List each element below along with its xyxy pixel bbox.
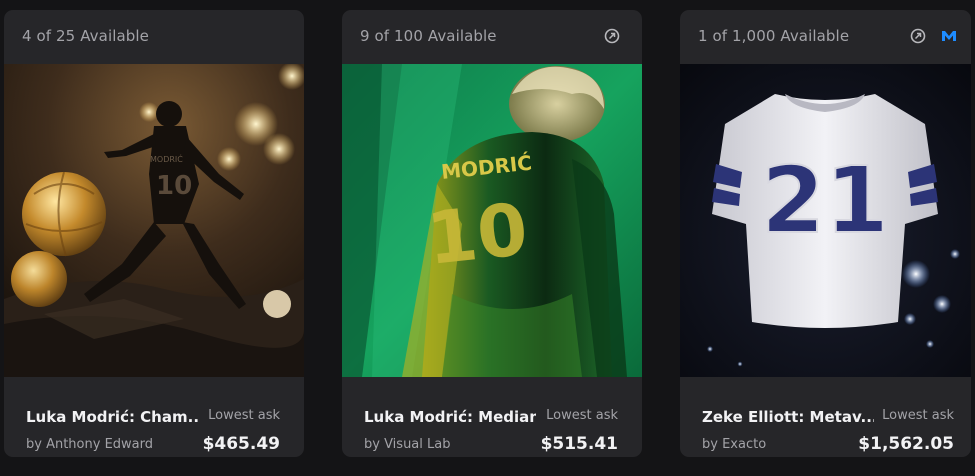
nft-title[interactable]: Zeke Elliott: Metav... — [702, 408, 874, 426]
edition-icon — [910, 28, 926, 44]
nft-card-row: 4 of 25 Available 10 MODRIĆ Luka Modrić:… — [0, 0, 975, 476]
nft-card[interactable]: 4 of 25 Available 10 MODRIĆ Luka Modrić:… — [4, 10, 304, 457]
card-header: 1 of 1,000 Available — [680, 10, 971, 64]
availability-label: 9 of 100 Available — [360, 27, 497, 45]
meta-icon — [940, 28, 958, 44]
nft-card[interactable]: 9 of 100 Available MODRIĆ 10 Luka Modrić… — [342, 10, 642, 457]
jersey-number-text: 21 — [761, 147, 889, 254]
nft-title[interactable]: Luka Modrić: Median — [364, 408, 536, 426]
card-footer: Luka Modrić: Cham... by Anthony Edward L… — [4, 377, 304, 457]
lowest-ask-label: Lowest ask — [208, 408, 280, 423]
card-header: 9 of 100 Available — [342, 10, 642, 64]
lowest-ask-price: $515.41 — [540, 434, 618, 454]
card-header: 4 of 25 Available — [4, 10, 304, 64]
lowest-ask-price: $465.49 — [202, 434, 280, 454]
lowest-ask-price: $1,562.05 — [858, 434, 954, 454]
availability-label: 1 of 1,000 Available — [698, 27, 850, 45]
creator-name[interactable]: by Visual Lab — [364, 437, 450, 452]
lowest-ask-label: Lowest ask — [882, 408, 954, 423]
modric-median-artwork: MODRIĆ 10 — [342, 64, 642, 377]
jersey-number-text: 10 — [423, 187, 531, 281]
card-footer: Zeke Elliott: Metav... by Exacto Lowest … — [680, 377, 971, 457]
jersey-number-text: 10 — [156, 171, 192, 201]
nft-card[interactable]: 1 of 1,000 Available 21 Zeke Elliott: Me… — [680, 10, 971, 457]
nft-title[interactable]: Luka Modrić: Cham... — [26, 408, 198, 426]
card-footer: Luka Modrić: Median by Visual Lab Lowest… — [342, 377, 642, 457]
nft-artwork[interactable]: MODRIĆ 10 — [342, 64, 642, 377]
edition-icon — [604, 28, 620, 44]
lowest-ask-label: Lowest ask — [546, 408, 618, 423]
availability-label: 4 of 25 Available — [22, 27, 149, 45]
elliott-metaverse-jersey-artwork: 21 — [680, 64, 971, 377]
modric-champion-artwork: 10 MODRIĆ — [4, 64, 304, 377]
nft-artwork[interactable]: 10 MODRIĆ — [4, 64, 304, 377]
nft-artwork[interactable]: 21 — [680, 64, 971, 377]
jersey-name-text: MODRIĆ — [150, 153, 183, 164]
creator-name[interactable]: by Exacto — [702, 437, 766, 452]
creator-name[interactable]: by Anthony Edward — [26, 437, 153, 452]
